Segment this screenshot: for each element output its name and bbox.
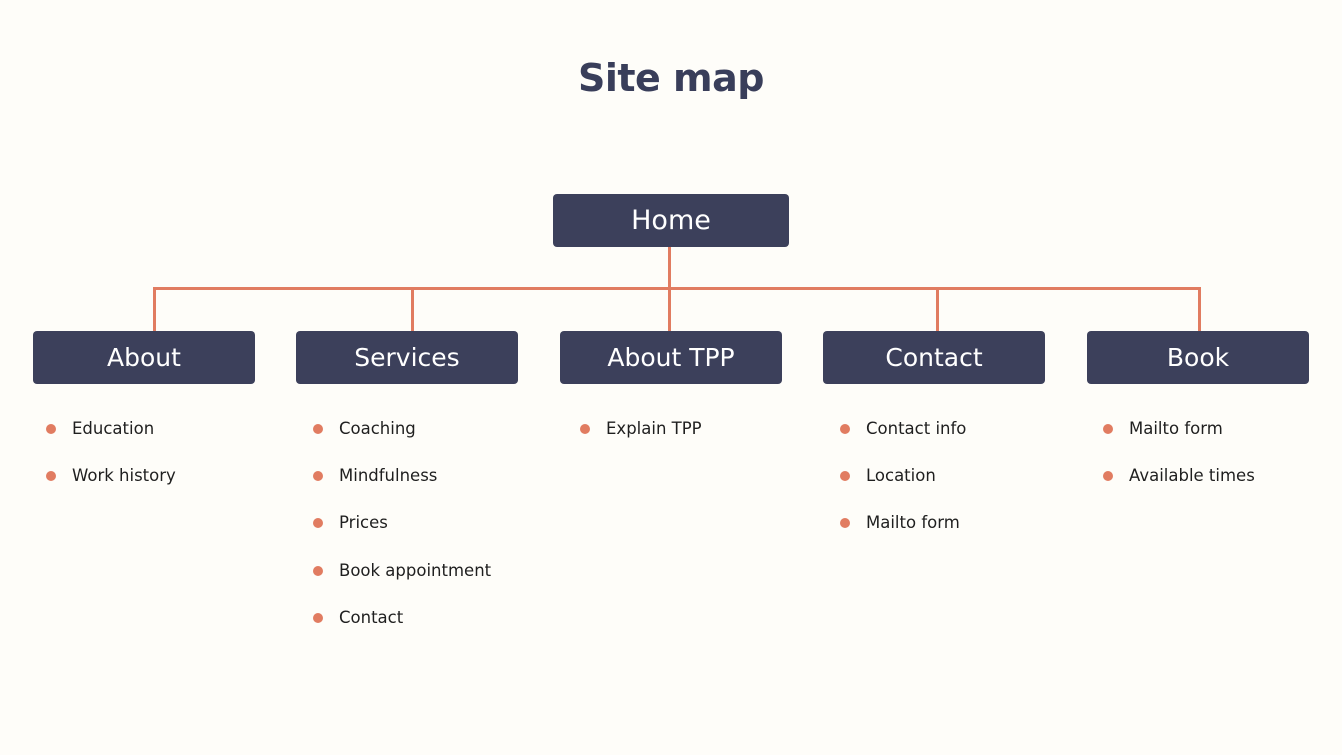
list-item-label: Contact — [339, 607, 404, 627]
list-item-label: Contact info — [866, 419, 967, 438]
list-item-label: Mailto form — [1129, 419, 1223, 438]
list-item-label: Mindfulness — [339, 466, 438, 486]
connector-book — [1198, 287, 1201, 331]
bullet-dot-icon — [840, 424, 850, 434]
list-item: Book appointment — [300, 554, 491, 601]
connector-about-tpp — [668, 287, 671, 331]
list-item-label: Available times — [1129, 466, 1255, 486]
connector-about — [153, 287, 156, 331]
node-about-tpp: About TPP — [560, 331, 782, 384]
bullet-dot-icon — [840, 518, 850, 529]
list-item-label: Work history — [72, 466, 176, 486]
list-item-label: Coaching — [339, 419, 416, 438]
list-item: Work history — [33, 459, 176, 506]
node-services-label: Services — [354, 343, 460, 372]
node-home: Home — [553, 194, 789, 247]
list-item-label: Book appointment — [339, 560, 492, 580]
list-item-label: Prices — [339, 513, 388, 533]
list-item: Explain TPP — [567, 412, 702, 459]
bullet-dot-icon — [313, 518, 323, 529]
node-book: Book — [1087, 331, 1309, 384]
node-about-tpp-label: About TPP — [607, 343, 735, 372]
list-item: Contact info — [827, 412, 966, 459]
list-item-label: Explain TPP — [606, 419, 702, 438]
node-home-label: Home — [631, 205, 711, 236]
bullet-dot-icon — [1103, 424, 1113, 434]
list-item: Prices — [300, 506, 491, 553]
connector-services — [411, 287, 414, 331]
bullet-dot-icon — [46, 471, 56, 482]
connector-root-stem — [668, 247, 671, 290]
list-item: Coaching — [300, 412, 491, 459]
bullet-dot-icon — [580, 424, 590, 434]
list-item: Education — [33, 412, 176, 459]
list-item: Mailto form — [1090, 412, 1255, 459]
bullet-dot-icon — [840, 471, 850, 482]
list-item-label: Mailto form — [866, 513, 960, 533]
node-about-label: About — [107, 343, 181, 372]
connector-contact — [936, 287, 939, 331]
node-about: About — [33, 331, 255, 384]
list-item: Contact — [300, 601, 491, 648]
contact-items-list: Contact info Location Mailto form — [827, 412, 966, 554]
services-items-list: Coaching Mindfulness Prices Book appoint… — [300, 412, 491, 648]
list-item-label: Location — [866, 466, 936, 486]
bullet-dot-icon — [313, 471, 323, 482]
bullet-dot-icon — [46, 424, 56, 434]
bullet-dot-icon — [313, 565, 323, 576]
bullet-dot-icon — [313, 424, 323, 434]
node-services: Services — [296, 331, 518, 384]
list-item-label: Education — [72, 419, 155, 438]
bullet-dot-icon — [1103, 471, 1113, 482]
page-title: Site map — [578, 56, 765, 100]
node-contact: Contact — [823, 331, 1045, 384]
list-item: Mailto form — [827, 506, 966, 553]
list-item: Location — [827, 459, 966, 506]
list-item: Mindfulness — [300, 459, 491, 506]
list-item: Available times — [1090, 459, 1255, 506]
node-book-label: Book — [1166, 343, 1230, 372]
about-items-list: Education Work history — [33, 412, 176, 506]
node-contact-label: Contact — [885, 343, 983, 372]
about-tpp-items-list: Explain TPP — [567, 412, 702, 459]
connector-horizontal-bar — [153, 287, 1201, 290]
book-items-list: Mailto form Available times — [1090, 412, 1255, 506]
bullet-dot-icon — [313, 612, 323, 623]
